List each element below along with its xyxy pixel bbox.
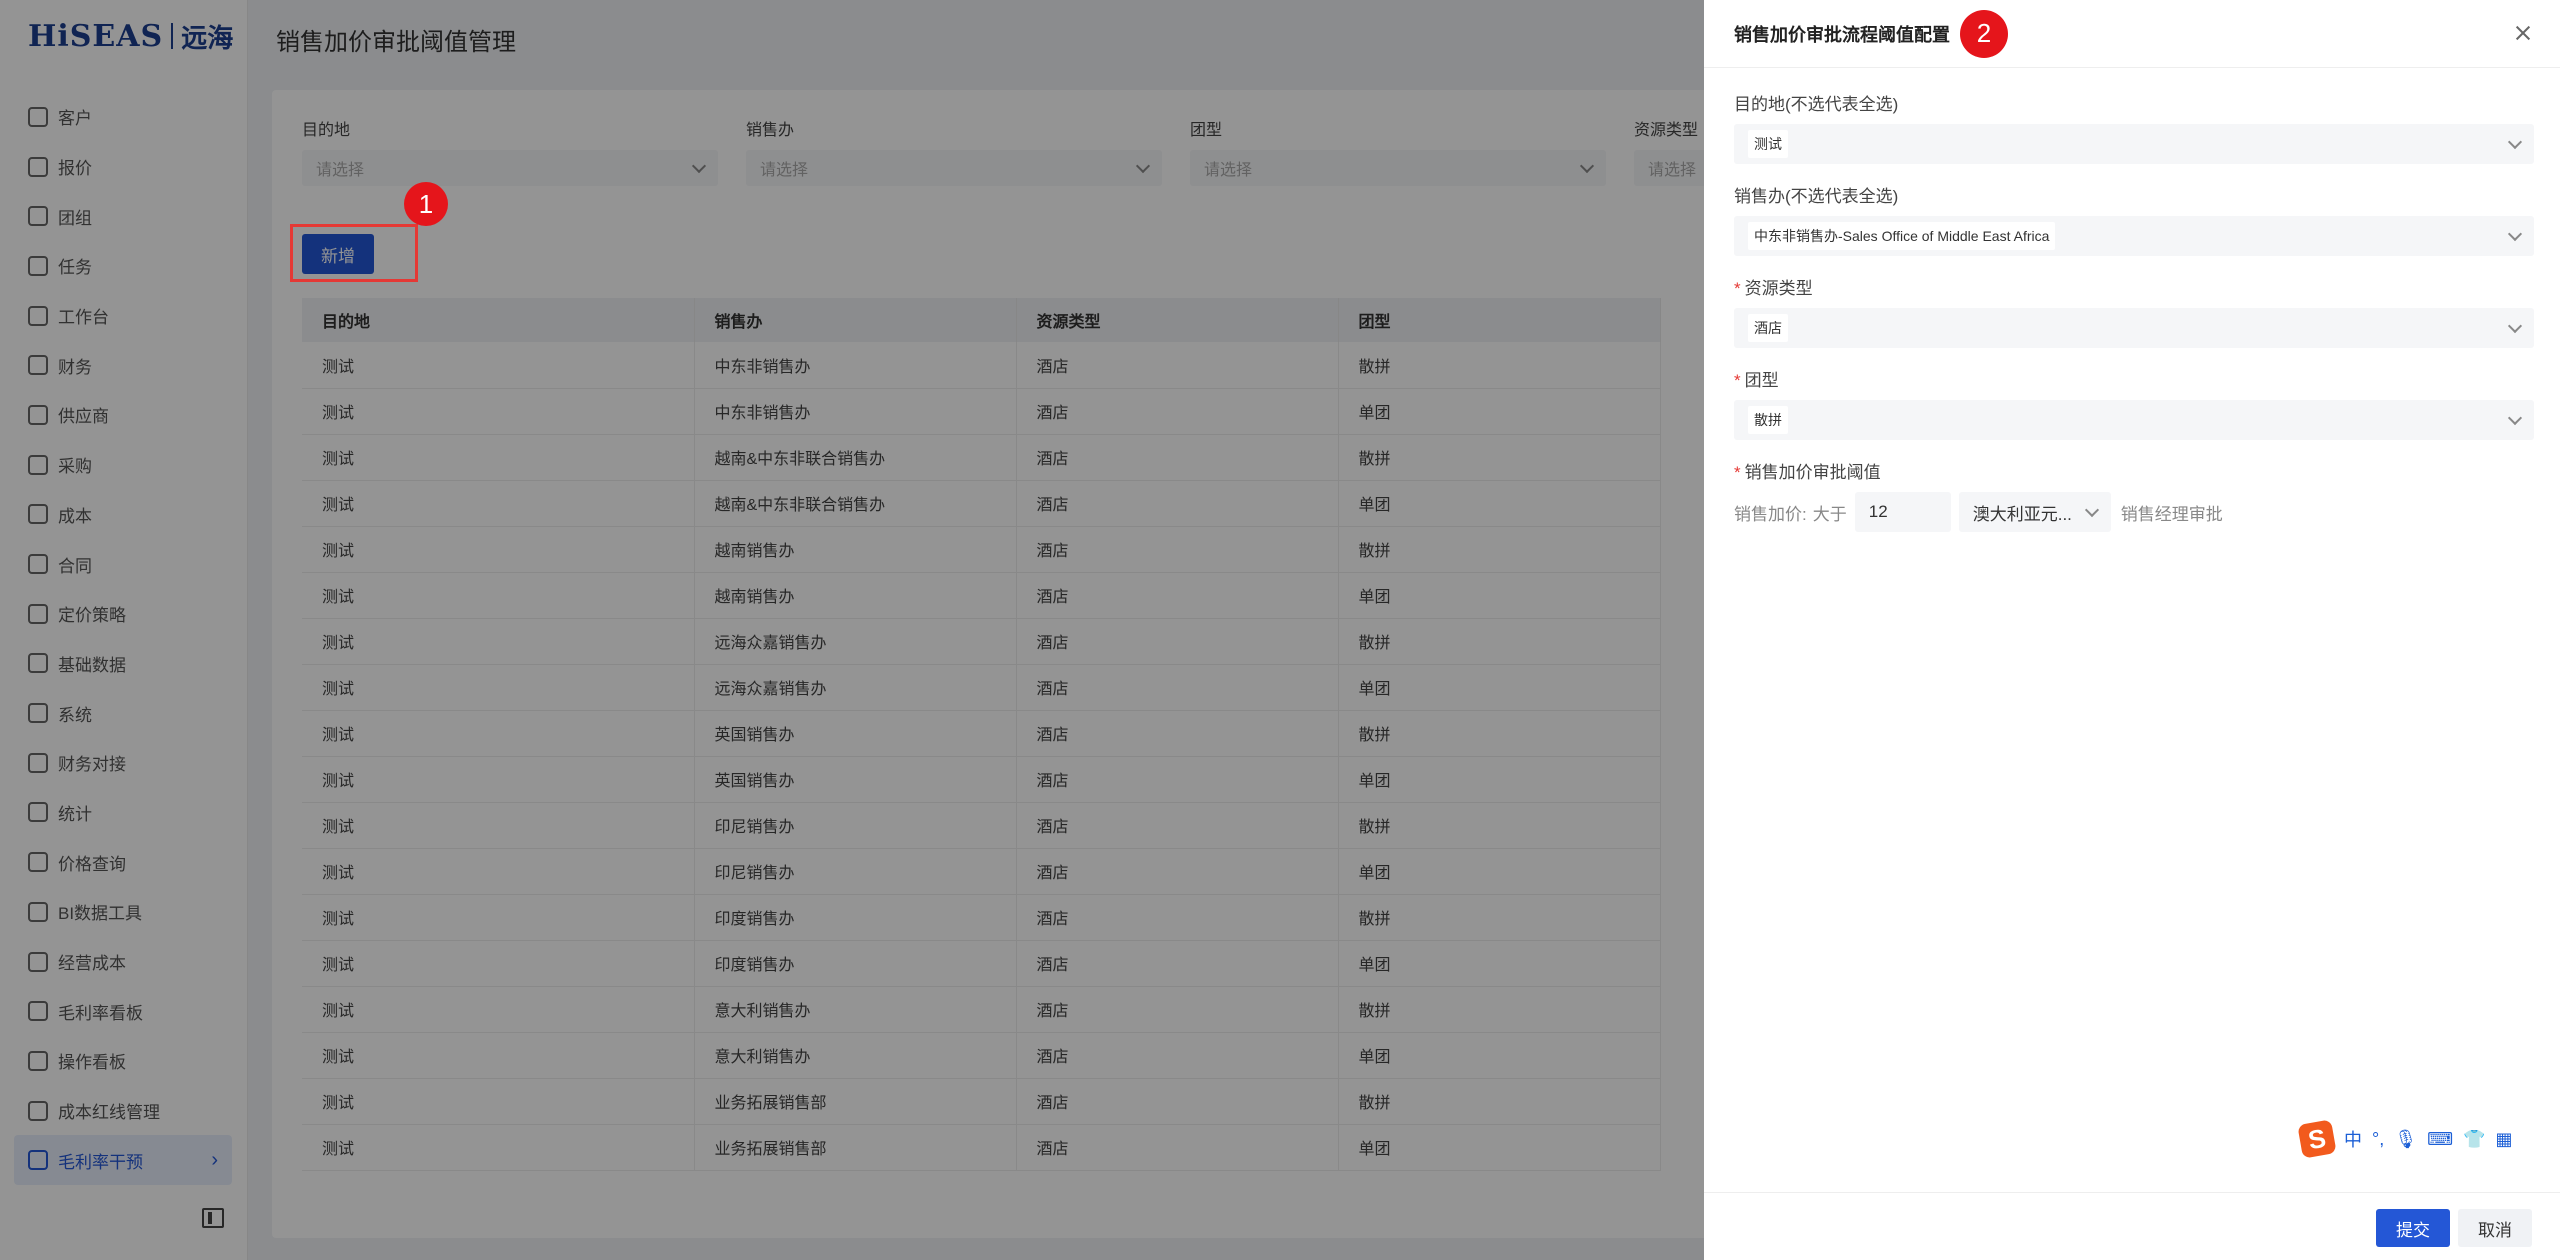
config-form: 目的地(不选代表全选) 测试销售办(不选代表全选) 中东非销售办-Sales Off… bbox=[1734, 90, 2534, 550]
toolbox-icon[interactable]: ▦ bbox=[2495, 1129, 2512, 1150]
drawer-footer: 提交 取消 bbox=[1704, 1192, 2560, 1260]
field-label: 团型 bbox=[1744, 371, 1779, 390]
form-field: * 团型散拼 bbox=[1734, 366, 2534, 440]
highlight-box-add bbox=[290, 224, 418, 282]
selected-tag: 中东非销售办-Sales Office of Middle East Afric… bbox=[1748, 222, 2056, 250]
threshold-prefix: 销售加价: bbox=[1734, 504, 1807, 524]
microphone-icon[interactable]: 🎙 bbox=[2394, 1129, 2417, 1150]
currency-value: 澳大利亚元... bbox=[1972, 504, 2072, 524]
annotation-badge-1: 1 bbox=[404, 182, 448, 226]
currency-select[interactable]: 澳大利亚元... bbox=[1958, 492, 2111, 532]
keyboard-icon[interactable]: ⌨ bbox=[2427, 1129, 2453, 1150]
threshold-label: 销售加价审批阈值 bbox=[1744, 463, 1881, 482]
field-select[interactable]: 测试 bbox=[1734, 124, 2534, 164]
field-select[interactable]: 散拼 bbox=[1734, 400, 2534, 440]
field-label: 资源类型 bbox=[1744, 279, 1813, 298]
chevron-down-icon bbox=[2084, 502, 2099, 517]
ime-language[interactable]: 中 bbox=[2344, 1126, 2362, 1152]
form-field: 销售办(不选代表全选) 中东非销售办-Sales Office of Middle… bbox=[1734, 182, 2534, 256]
threshold-field: *销售加价审批阈值 销售加价: 大于 澳大利亚元... 销售经理审批 bbox=[1734, 458, 2534, 532]
required-mark: * bbox=[1734, 371, 1741, 390]
ime-toolbar[interactable]: S 中 °, 🎙 ⌨ 👕 ▦ bbox=[2296, 1119, 2550, 1159]
config-drawer: 销售加价审批流程阈值配置 2 目的地(不选代表全选) 测试销售办(不选代表全选) 中… bbox=[1704, 0, 2560, 1260]
modal-mask[interactable] bbox=[0, 0, 1704, 1260]
cancel-button[interactable]: 取消 bbox=[2458, 1209, 2532, 1247]
close-icon[interactable] bbox=[2512, 22, 2534, 44]
field-select[interactable]: 中东非销售办-Sales Office of Middle East Afric… bbox=[1734, 216, 2534, 256]
sogou-logo-icon[interactable]: S bbox=[2297, 1119, 2337, 1159]
field-label: 销售办(不选代表全选) bbox=[1734, 187, 1899, 206]
selected-tag: 酒店 bbox=[1748, 314, 1788, 342]
ime-punctuation[interactable]: °, bbox=[2372, 1129, 2384, 1150]
threshold-condition: 大于 bbox=[1812, 504, 1847, 524]
drawer-title: 销售加价审批流程阈值配置 bbox=[1734, 24, 1950, 45]
form-field: * 资源类型酒店 bbox=[1734, 274, 2534, 348]
drawer-header: 销售加价审批流程阈值配置 2 bbox=[1704, 0, 2560, 68]
chevron-down-icon bbox=[2507, 318, 2523, 333]
submit-button[interactable]: 提交 bbox=[2376, 1209, 2450, 1247]
chevron-down-icon bbox=[2507, 226, 2523, 241]
selected-tag: 测试 bbox=[1748, 130, 1788, 158]
threshold-value-input[interactable] bbox=[1854, 492, 1951, 532]
form-field: 目的地(不选代表全选) 测试 bbox=[1734, 90, 2534, 164]
annotation-badge-2: 2 bbox=[1960, 9, 2008, 58]
chevron-down-icon bbox=[2507, 134, 2523, 149]
threshold-row: 销售加价: 大于 澳大利亚元... 销售经理审批 bbox=[1734, 492, 2534, 532]
required-mark: * bbox=[1734, 279, 1741, 298]
skin-icon[interactable]: 👕 bbox=[2463, 1129, 2485, 1150]
required-mark: * bbox=[1734, 463, 1741, 482]
field-select[interactable]: 酒店 bbox=[1734, 308, 2534, 348]
approver-label: 销售经理审批 bbox=[2120, 504, 2223, 524]
field-label: 目的地(不选代表全选) bbox=[1734, 95, 1899, 114]
chevron-down-icon bbox=[2507, 410, 2523, 425]
selected-tag: 散拼 bbox=[1748, 406, 1788, 434]
